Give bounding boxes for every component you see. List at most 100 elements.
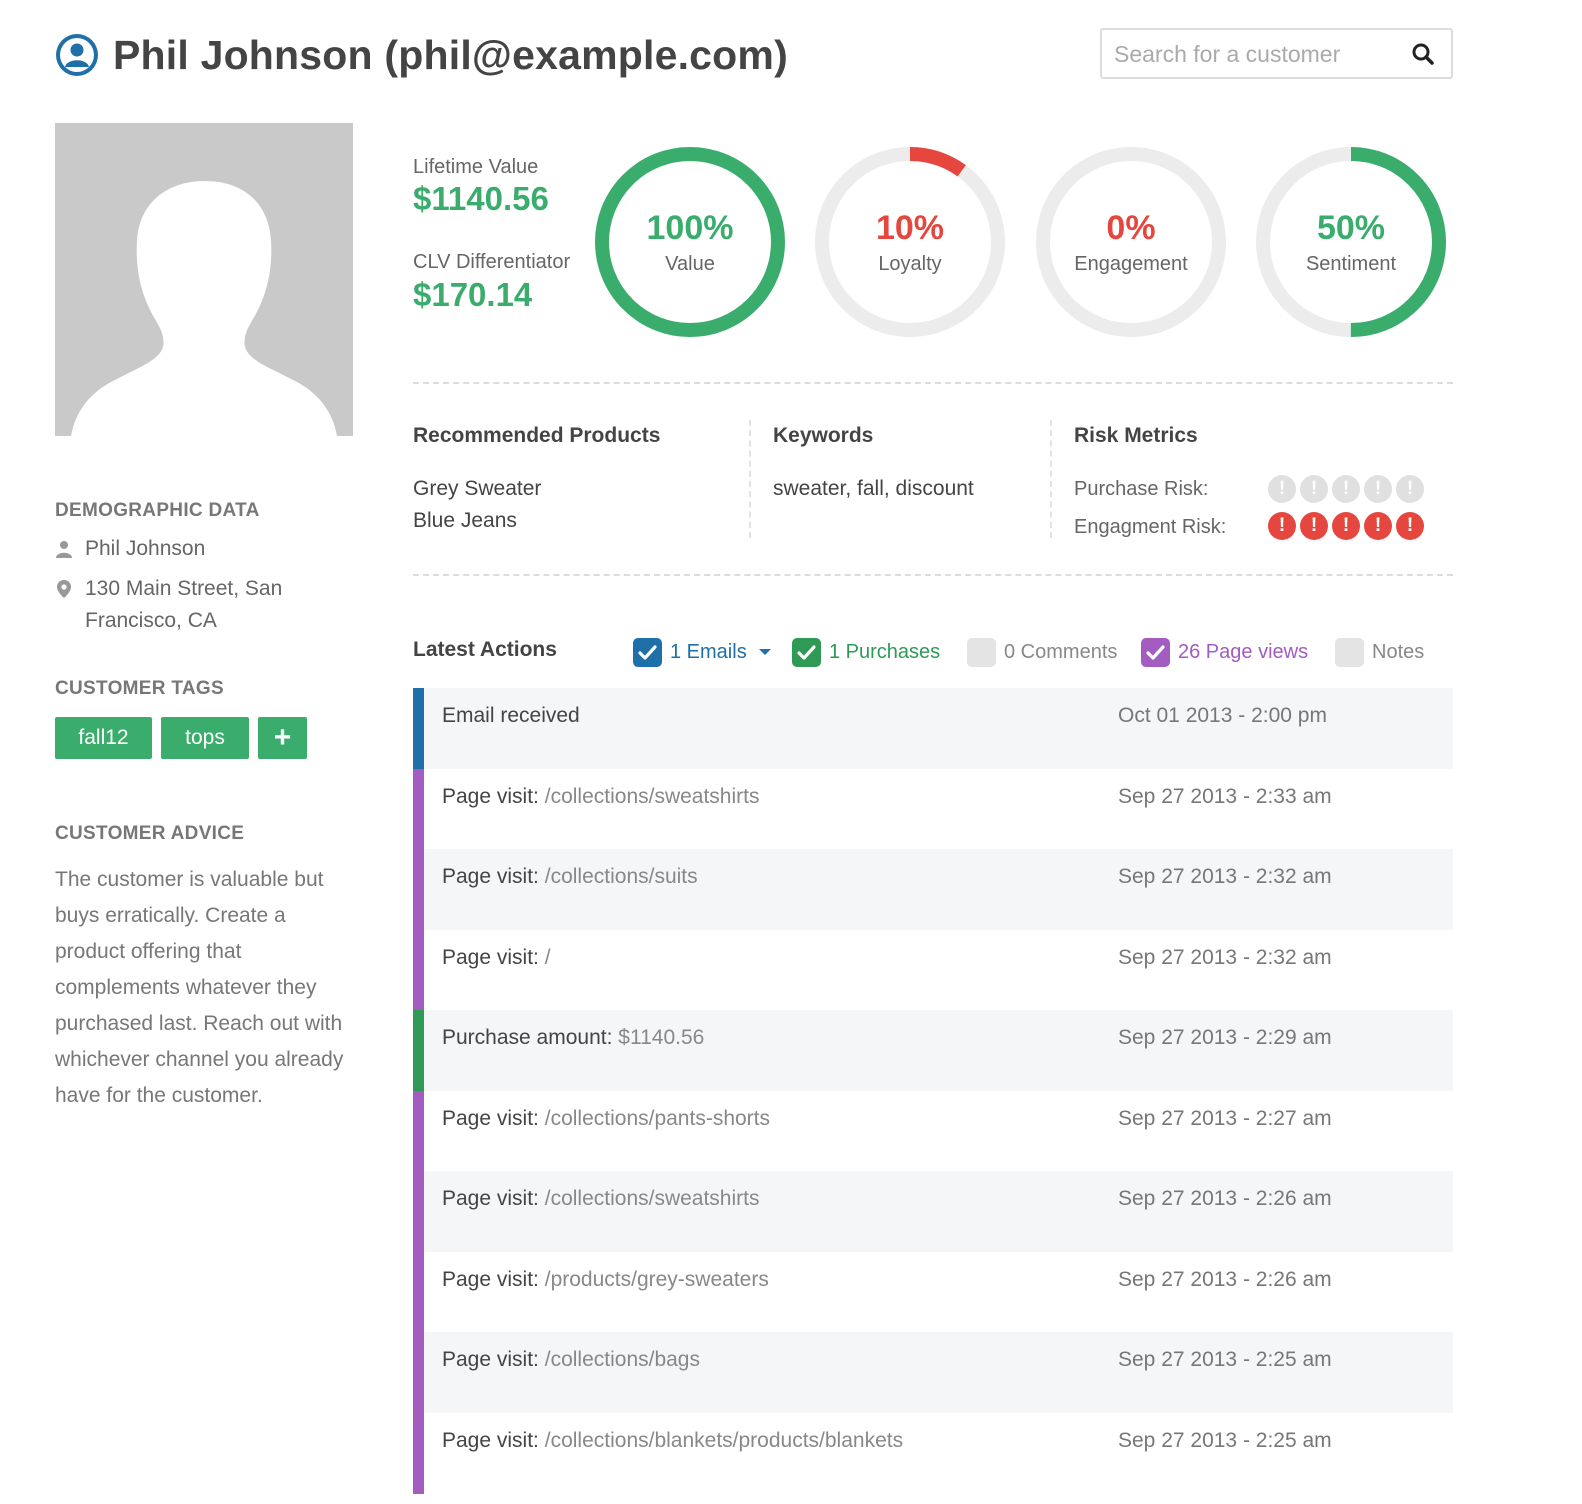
action-row[interactable]: Email received Oct 01 2013 - 2:00 pm <box>413 688 1453 769</box>
gauge-sentiment: 50% Sentiment <box>1254 145 1448 339</box>
risk-alert-icon: ! <box>1396 512 1424 540</box>
clv-label: CLV Differentiator <box>413 251 571 273</box>
gauge-sentiment-label: Sentiment <box>1305 253 1397 275</box>
action-timestamp: Sep 27 2013 - 2:25 am <box>1118 1348 1332 1371</box>
filter-label: 1 Purchases <box>829 641 941 663</box>
risk-alert-icon: ! <box>1300 512 1328 540</box>
action-type-label: Page visit: <box>442 865 539 888</box>
avatar-placeholder <box>55 123 353 436</box>
action-description: Email received <box>442 704 580 728</box>
demographic-name: Phil Johnson <box>85 537 206 560</box>
keywords-text: sweater, fall, discount <box>773 477 974 500</box>
gauge-loyalty: 10% Loyalty <box>813 145 1007 339</box>
customer-tags-title: CUSTOMER TAGS <box>55 678 224 699</box>
action-type-bar <box>413 768 424 850</box>
engagement-risk-indicator: !!!!! <box>1268 512 1438 540</box>
action-description: Page visit: /collections/sweatshirts <box>442 1187 759 1211</box>
add-tag-button[interactable]: + <box>258 717 307 759</box>
recommended-products-title: Recommended Products <box>413 424 661 447</box>
user-circle-icon <box>56 34 98 76</box>
gauge-value-percent: 100% <box>646 209 734 247</box>
keywords-title: Keywords <box>773 424 874 447</box>
lifetime-value: $1140.56 <box>413 180 549 217</box>
action-description: Page visit: /collections/pants-shorts <box>442 1107 770 1131</box>
checkbox-checked-icon[interactable] <box>633 638 662 667</box>
tag-fall12[interactable]: fall12 <box>55 717 152 759</box>
divider <box>413 574 1453 576</box>
risk-alert-icon: ! <box>1268 512 1296 540</box>
action-type-label: Page visit: <box>442 1187 539 1210</box>
action-type-label: Page visit: <box>442 1348 539 1371</box>
action-timestamp: Sep 27 2013 - 2:25 am <box>1118 1428 1332 1452</box>
action-row[interactable]: Purchase amount: $1140.56 Sep 27 2013 - 2… <box>413 1010 1453 1091</box>
gauge-value-label: Value <box>665 253 715 275</box>
page-header: Phil Johnson (phil@example.com) <box>55 28 1455 86</box>
risk-alert-icon: ! <box>1332 512 1360 540</box>
checkbox-unchecked-icon[interactable] <box>967 638 996 667</box>
checkbox-checked-icon[interactable] <box>1141 638 1170 667</box>
recommended-product-item[interactable]: Grey Sweater <box>413 477 541 501</box>
recommended-product-item[interactable]: Blue Jeans <box>413 509 517 533</box>
action-row[interactable]: Page visit: /collections/bags Sep 27 2013… <box>413 1332 1453 1413</box>
action-timestamp: Oct 01 2013 - 2:00 pm <box>1118 704 1327 727</box>
demographic-address: 130 Main Street, San Francisco, CA <box>85 577 283 632</box>
column-divider <box>749 420 751 538</box>
action-row[interactable]: Page visit: / Sep 27 2013 - 2:32 am <box>413 929 1453 1011</box>
engagement-risk-label: Engagment Risk: <box>1074 516 1227 538</box>
caret-down-icon[interactable] <box>759 649 771 655</box>
search-input[interactable] <box>1114 38 1394 70</box>
risk-metrics-title: Risk Metrics <box>1074 424 1198 447</box>
action-type-label: Purchase amount: <box>442 1026 613 1049</box>
column-divider <box>1050 420 1052 538</box>
action-row[interactable]: Page visit: /collections/sweatshirts Sep … <box>413 1171 1453 1252</box>
gauge-loyalty-percent: 10% <box>875 209 945 247</box>
action-row[interactable]: Page visit: /collections/pants-shorts Sep… <box>413 1090 1453 1172</box>
action-type-bar <box>413 929 424 1011</box>
risk-alert-icon: ! <box>1364 475 1392 503</box>
action-type-bar <box>413 1412 424 1494</box>
clv-value: $170.14 <box>413 276 533 313</box>
action-type-label: Email received <box>442 704 580 727</box>
action-description: Page visit: /collections/suits <box>442 865 698 889</box>
divider <box>413 382 1453 384</box>
filter-label: Notes <box>1372 641 1425 663</box>
action-timestamp: Sep 27 2013 - 2:27 am <box>1118 1106 1332 1130</box>
action-detail: /collections/suits <box>544 865 698 888</box>
action-timestamp: Sep 27 2013 - 2:26 am <box>1118 1187 1332 1210</box>
action-description: Page visit: /collections/bags <box>442 1348 700 1372</box>
action-detail: /collections/bags <box>544 1348 700 1371</box>
action-row[interactable]: Page visit: /products/grey-sweaters Sep 2… <box>413 1251 1453 1333</box>
gauge-engagement: 0% Engagement <box>1034 145 1228 339</box>
action-detail: $1140.56 <box>618 1026 705 1049</box>
lifetime-value-label: Lifetime Value <box>413 156 539 178</box>
person-silhouette-icon <box>71 181 337 436</box>
action-row[interactable]: Page visit: /collections/blankets/produc… <box>413 1412 1453 1494</box>
purchase-risk-label: Purchase Risk: <box>1074 478 1209 500</box>
checkbox-unchecked-icon[interactable] <box>1335 638 1364 667</box>
action-type-bar <box>413 1171 424 1252</box>
action-type-bar <box>413 688 424 769</box>
customer-advice-text: The customer is valuable but buys errati… <box>55 868 344 1107</box>
action-timestamp: Sep 27 2013 - 2:29 am <box>1118 1026 1332 1049</box>
page-title: Phil Johnson (phil@example.com) <box>113 32 788 78</box>
gauge-engagement-label: Engagement <box>1074 253 1188 275</box>
checkbox-checked-icon[interactable] <box>792 638 821 667</box>
action-detail: /collections/sweatshirts <box>544 1187 760 1210</box>
action-type-label: Page visit: <box>442 1267 539 1291</box>
filter-label: 1 Emails <box>670 641 747 663</box>
purchase-risk-indicator: !!!!! <box>1268 475 1438 503</box>
tag-tops[interactable]: tops <box>161 717 249 759</box>
action-detail: / <box>544 945 551 969</box>
user-icon <box>56 541 72 558</box>
action-row[interactable]: Page visit: /collections/sweatshirts Sep … <box>413 768 1453 850</box>
action-description: Page visit: / <box>442 946 551 970</box>
action-row[interactable]: Page visit: /collections/suits Sep 27 201… <box>413 849 1453 930</box>
filter-label: 0 Comments <box>1004 641 1118 663</box>
action-timestamp: Sep 27 2013 - 2:32 am <box>1118 865 1332 888</box>
action-timestamp: Sep 27 2013 - 2:32 am <box>1118 945 1332 969</box>
action-type-label: Page visit: <box>442 1106 539 1130</box>
search-icon[interactable] <box>1411 42 1435 66</box>
gauge-value: 100% Value <box>593 145 787 339</box>
action-timestamp: Sep 27 2013 - 2:33 am <box>1118 784 1332 808</box>
search-box[interactable] <box>1100 28 1453 79</box>
